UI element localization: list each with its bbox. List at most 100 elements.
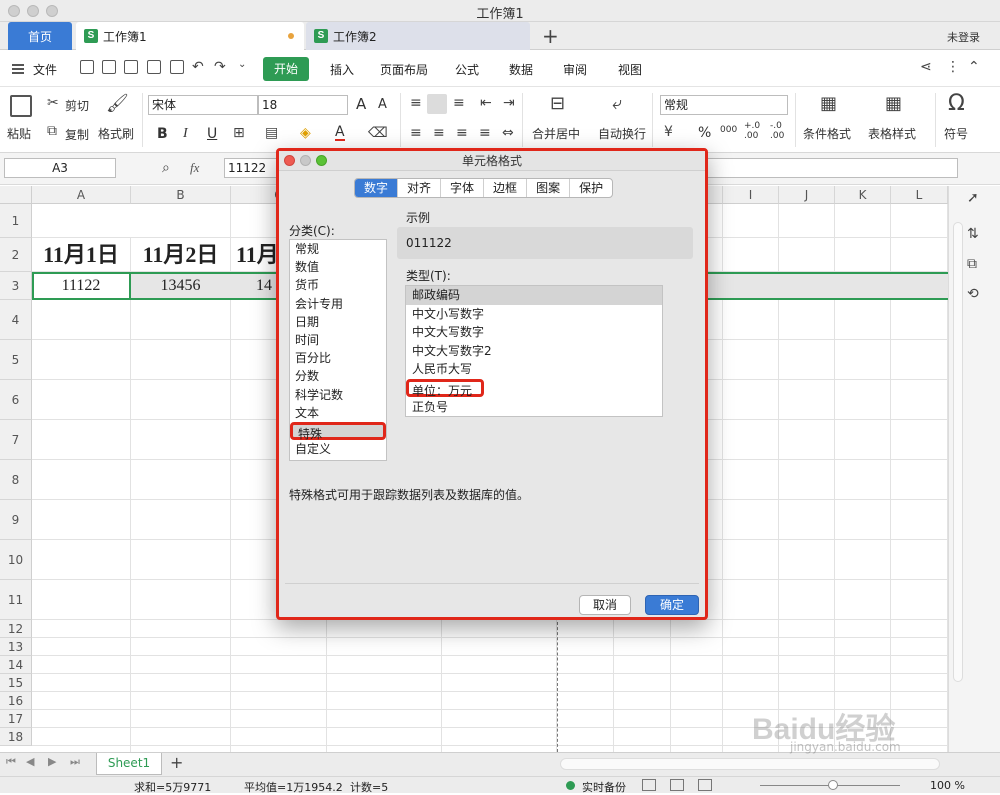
category-item[interactable]: 数值 [290, 258, 386, 276]
tab-workbook1[interactable]: S 工作簿1 [76, 22, 304, 50]
history-icon[interactable]: ⟲ [967, 286, 979, 302]
tab-pattern[interactable]: 图案 [527, 179, 571, 197]
align-center-icon[interactable]: ≡ [433, 125, 445, 141]
column-header[interactable]: J [779, 186, 835, 204]
row-header[interactable]: 1 [0, 204, 32, 238]
share-icon[interactable]: ⋖ [920, 59, 932, 75]
function-icon[interactable]: fx [190, 160, 199, 176]
bold-button[interactable]: B [157, 126, 168, 142]
row-header[interactable]: 6 [0, 380, 32, 420]
distributed-icon[interactable]: ⇔ [502, 125, 514, 141]
category-item[interactable]: 百分比 [290, 349, 386, 367]
print-preview-icon[interactable] [170, 60, 184, 74]
font-size-select[interactable]: 18 [258, 95, 348, 115]
chevron-down-icon[interactable]: ⌄ [238, 59, 246, 70]
category-item[interactable]: 分数 [290, 367, 386, 385]
column-header[interactable]: I [723, 186, 779, 204]
cursor-icon[interactable]: ➚ [967, 190, 979, 206]
category-item[interactable]: 常规 [290, 240, 386, 258]
cell-b2[interactable]: 11月2日 [131, 238, 230, 272]
tab-protection[interactable]: 保护 [570, 179, 612, 197]
last-sheet-icon[interactable]: ⏭ [70, 755, 80, 769]
row-header[interactable]: 13 [0, 638, 32, 656]
indent-decrease-icon[interactable]: ⇤ [480, 95, 492, 111]
row-header[interactable]: 18 [0, 728, 32, 746]
thousands-button[interactable]: 000 [720, 125, 737, 135]
select-all-corner[interactable] [0, 186, 32, 204]
category-item[interactable]: 会计专用 [290, 295, 386, 313]
print-icon[interactable] [147, 60, 161, 74]
menu-review[interactable]: 审阅 [563, 61, 587, 78]
category-item-selected[interactable]: 特殊 [290, 421, 386, 441]
more-icon[interactable]: ⋮ [946, 59, 960, 75]
row-header[interactable]: 7 [0, 420, 32, 460]
redo-icon[interactable]: ↷ [214, 59, 226, 75]
table-style-button[interactable]: 表格样式 [868, 125, 916, 142]
row-header[interactable]: 5 [0, 340, 32, 380]
italic-button[interactable]: I [183, 126, 188, 142]
row-header[interactable]: 12 [0, 620, 32, 638]
ok-button[interactable]: 确定 [645, 595, 699, 615]
cell-b3[interactable]: 13456 [131, 272, 230, 300]
category-item[interactable]: 时间 [290, 331, 386, 349]
font-color-button[interactable]: A [335, 125, 345, 141]
type-item[interactable]: 中文小写数字 [406, 305, 662, 324]
wrap-text-button[interactable]: 自动换行 [598, 125, 646, 142]
font-family-select[interactable]: 宋体 [148, 95, 258, 115]
type-list[interactable]: 邮政编码 中文小写数字 中文大写数字 中文大写数字2 人民币大写 单位：万元 正… [405, 285, 663, 417]
align-top-icon[interactable]: ≡ [410, 95, 422, 111]
cell-style-icon[interactable]: ▤ [265, 125, 278, 141]
row-header[interactable]: 15 [0, 674, 32, 692]
decrease-decimal-button[interactable]: -.0 .00 [770, 121, 788, 141]
font-grow-button[interactable]: A [356, 95, 366, 113]
row-header[interactable]: 16 [0, 692, 32, 710]
first-sheet-icon[interactable]: ⏮ [6, 755, 16, 769]
align-middle-icon[interactable] [427, 94, 447, 114]
category-item[interactable]: 文本 [290, 404, 386, 422]
format-painter-button[interactable]: 格式刷 [98, 125, 134, 142]
save-icon[interactable] [102, 60, 116, 74]
category-list[interactable]: 常规 数值 货币 会计专用 日期 时间 百分比 分数 科学记数 文本 特殊 自定… [289, 239, 387, 461]
dialog-close-button[interactable] [284, 155, 295, 166]
menu-page-layout[interactable]: 页面布局 [380, 61, 428, 78]
row-header[interactable]: 14 [0, 656, 32, 674]
merge-center-button[interactable]: 合并居中 [532, 125, 580, 142]
align-bottom-icon[interactable]: ≡ [453, 95, 465, 111]
export-pdf-icon[interactable] [124, 60, 138, 74]
row-header[interactable]: 8 [0, 460, 32, 500]
type-item-highlighted[interactable]: 单位：万元 [406, 378, 484, 398]
tab-alignment[interactable]: 对齐 [398, 179, 442, 197]
type-item[interactable]: 中文大写数字 [406, 323, 662, 342]
tab-number[interactable]: 数字 [355, 179, 399, 197]
next-sheet-icon[interactable]: ▶ [48, 755, 56, 768]
row-header[interactable]: 10 [0, 540, 32, 580]
category-item[interactable]: 自定义 [290, 440, 386, 458]
normal-view-icon[interactable] [642, 779, 656, 791]
category-item[interactable]: 科学记数 [290, 386, 386, 404]
menu-insert[interactable]: 插入 [330, 61, 354, 78]
row-header[interactable]: 3 [0, 272, 32, 300]
page-layout-view-icon[interactable] [670, 779, 684, 791]
menu-data[interactable]: 数据 [509, 61, 533, 78]
tab-home[interactable]: 首页 [8, 22, 72, 50]
percent-button[interactable]: % [698, 125, 711, 141]
type-item[interactable]: 中文大写数字2 [406, 342, 662, 361]
login-status[interactable]: 未登录 [947, 29, 980, 45]
justify-icon[interactable]: ≡ [479, 125, 491, 141]
type-item[interactable]: 人民币大写 [406, 360, 662, 379]
copy-button[interactable]: 复制 [65, 126, 89, 143]
row-header[interactable]: 4 [0, 300, 32, 340]
increase-decimal-button[interactable]: +.0 .00 [744, 121, 762, 141]
underline-button[interactable]: U [207, 126, 217, 142]
zoom-level[interactable]: 100 % [930, 779, 965, 792]
vertical-scrollbar[interactable] [953, 222, 963, 682]
menu-file[interactable]: 文件 [33, 61, 57, 78]
indent-increase-icon[interactable]: ⇥ [503, 95, 515, 111]
style-panel-icon[interactable]: ⧉ [967, 256, 977, 272]
type-item-selected[interactable]: 邮政编码 [406, 286, 662, 305]
fill-color-icon[interactable]: ◈ [300, 125, 311, 141]
font-shrink-button[interactable]: A [378, 97, 387, 112]
currency-icon[interactable]: ¥ [664, 124, 673, 140]
dialog-zoom-button[interactable] [316, 155, 327, 166]
column-header[interactable]: B [131, 186, 231, 204]
